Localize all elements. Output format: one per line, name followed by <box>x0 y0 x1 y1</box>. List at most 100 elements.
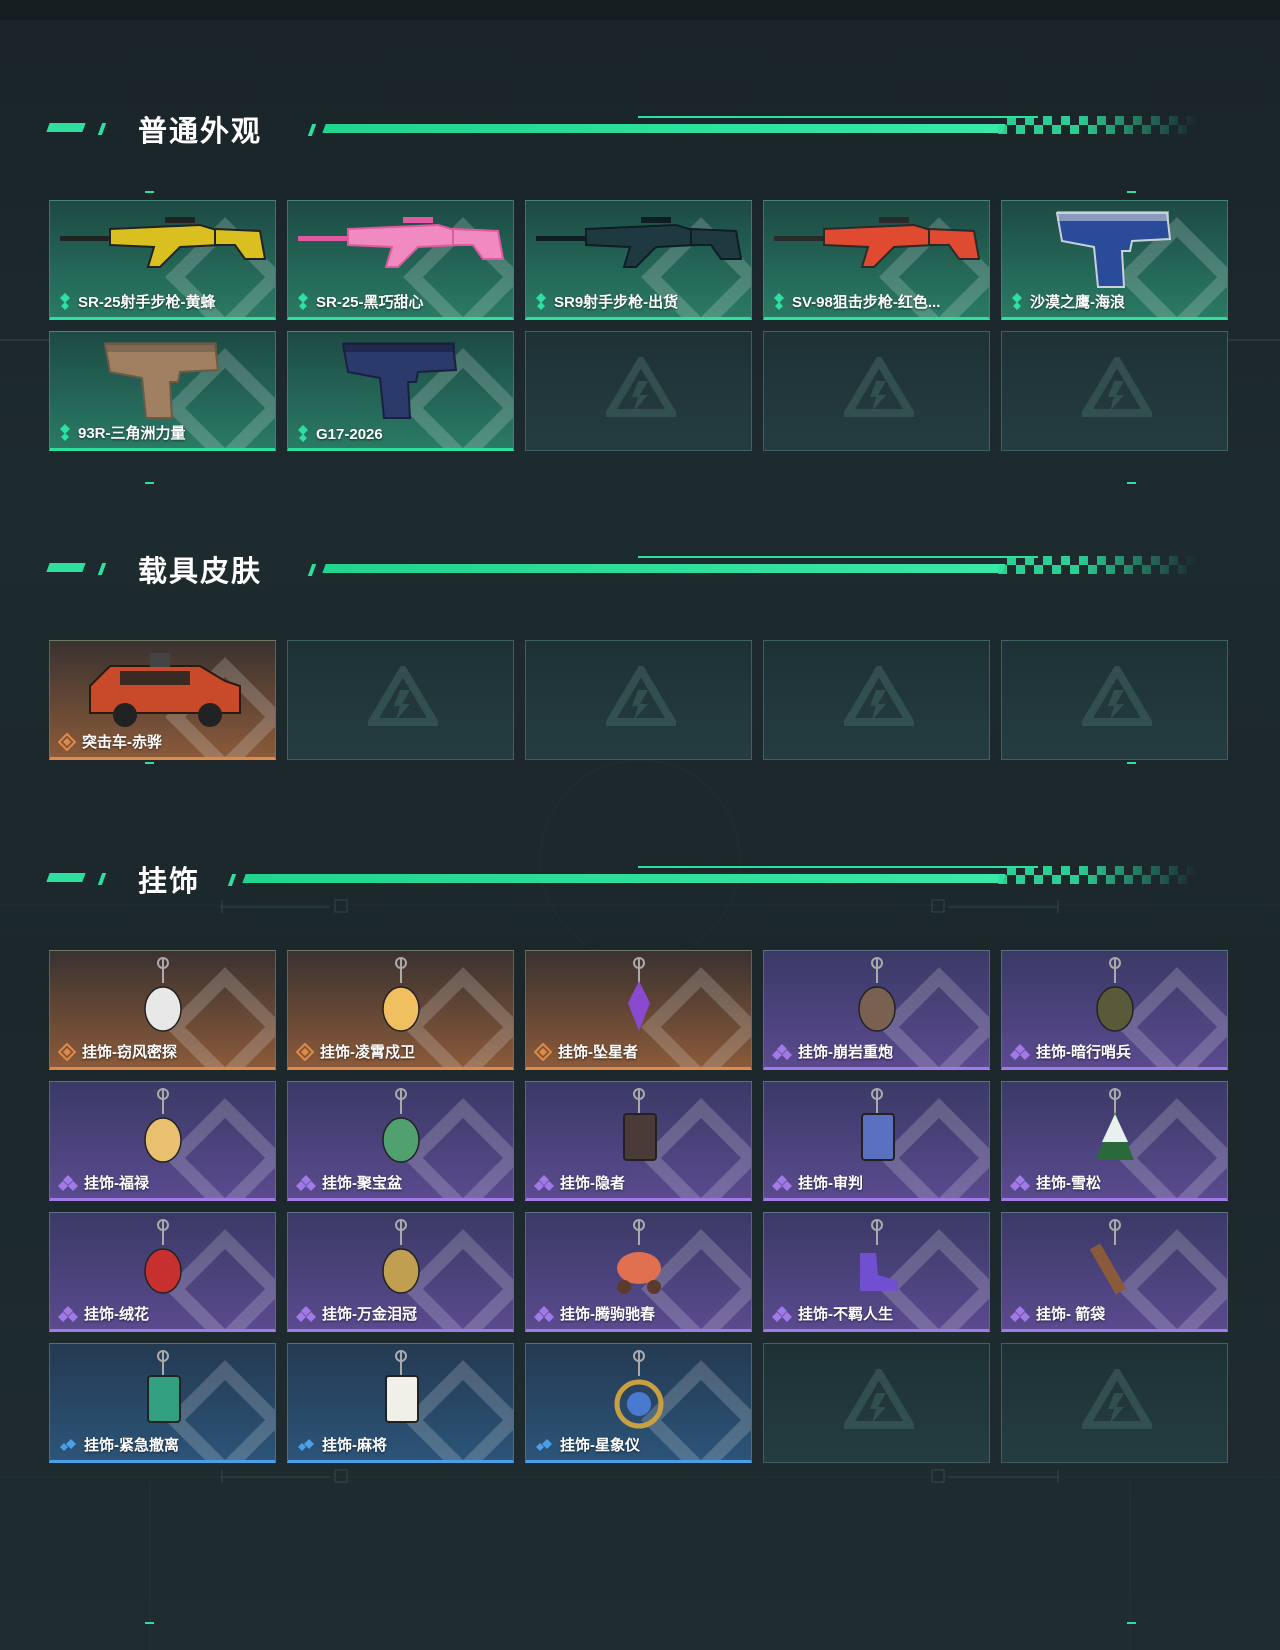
section-header-skins: 普通外观 <box>46 112 1198 148</box>
charms-item-card[interactable]: 挂饰-隐者 <box>525 1081 752 1201</box>
charms-item-card[interactable]: 挂饰-腾驹驰春 <box>525 1212 752 1332</box>
skins-item-card[interactable]: SR9射手步枪-出货 <box>525 200 752 320</box>
header-accent <box>97 563 107 575</box>
sniper-red-icon <box>774 217 981 268</box>
item-label: SV-98狙击步枪-红色... <box>772 291 940 312</box>
item-label: SR-25-黑巧甜心 <box>296 291 424 312</box>
charms-item-card[interactable]: 挂饰-聚宝盆 <box>287 1081 514 1201</box>
header-accent <box>97 123 107 135</box>
item-label: 沙漠之鹰-海浪 <box>1010 291 1125 312</box>
header-checker-pattern <box>998 116 1198 134</box>
header-accent <box>46 873 86 882</box>
item-label: SR9射手步枪-出货 <box>534 291 678 312</box>
pistol-blue-icon <box>1055 211 1172 288</box>
charms-item-card[interactable]: 挂饰- 箭袋 <box>1001 1212 1228 1332</box>
section-title-vehicles: 载具皮肤 <box>138 556 263 588</box>
empty-slot <box>763 640 990 760</box>
rarity-icon <box>298 1438 314 1451</box>
rifle-yellow-icon <box>60 217 267 268</box>
charms-item-card[interactable]: 挂饰-绒花 <box>49 1212 276 1332</box>
item-name: 挂饰-隐者 <box>560 1175 625 1192</box>
charms-item-card[interactable]: 挂饰-麻将 <box>287 1343 514 1463</box>
charms-item-card[interactable]: 挂饰-星象仪 <box>525 1343 752 1463</box>
item-label: 挂饰-凌霄戍卫 <box>296 1041 415 1062</box>
item-name: 挂饰-暗行哨兵 <box>1036 1044 1131 1061</box>
rarity-icon <box>772 1174 792 1191</box>
charms-item-card[interactable]: 挂饰-崩岩重炮 <box>763 950 990 1070</box>
empty-slot <box>1001 1343 1228 1463</box>
item-label: 挂饰-暗行哨兵 <box>1010 1041 1131 1062</box>
item-label: 挂饰-崩岩重炮 <box>772 1041 893 1062</box>
section-title-skins: 普通外观 <box>138 116 263 148</box>
item-label: 突击车-赤骅 <box>58 731 162 752</box>
delta-logo-watermark-icon <box>844 666 914 726</box>
skins-item-card[interactable]: 沙漠之鹰-海浪 <box>1001 200 1228 320</box>
item-name: 挂饰-腾驹驰春 <box>560 1306 655 1323</box>
charms-item-card[interactable]: 挂饰-不羁人生 <box>763 1212 990 1332</box>
header-bar <box>242 874 1006 883</box>
charm-card-blue-icon <box>861 1088 895 1161</box>
item-label: 挂饰-窃风密探 <box>58 1041 177 1062</box>
charms-item-card[interactable]: 挂饰-凌霄戍卫 <box>287 950 514 1070</box>
item-name: 挂饰-凌霄戍卫 <box>320 1044 415 1061</box>
item-name: 沙漠之鹰-海浪 <box>1030 294 1125 311</box>
item-label: 挂饰-坠星者 <box>534 1041 638 1062</box>
skins-item-card[interactable]: 93R-三角洲力量 <box>49 331 276 451</box>
header-accent <box>227 874 237 886</box>
charm-sign-icon <box>147 1350 181 1423</box>
section-title-charms: 挂饰 <box>138 866 201 898</box>
charms-item-card[interactable]: 挂饰-坠星者 <box>525 950 752 1070</box>
charms-grid: 挂饰-窃风密探 挂饰-凌霄戍卫 挂饰-坠星者 挂饰-崩岩重炮 挂饰-暗行哨兵 挂饰-福禄挂… <box>49 950 1228 1463</box>
item-label: 挂饰-万金泪冠 <box>296 1303 417 1324</box>
delta-logo-watermark-icon <box>1082 357 1152 417</box>
item-label: 挂饰-审判 <box>772 1172 863 1193</box>
empty-slot <box>763 1343 990 1463</box>
item-name: 挂饰-坠星者 <box>558 1044 638 1061</box>
charm-gourd-icon <box>144 1088 182 1163</box>
charms-item-card[interactable]: 挂饰-紧急撤离 <box>49 1343 276 1463</box>
skins-item-card[interactable]: SV-98狙击步枪-红色... <box>763 200 990 320</box>
charm-tree-icon <box>1096 1088 1134 1160</box>
rarity-icon <box>1010 1305 1030 1322</box>
item-name: 挂饰-星象仪 <box>560 1437 640 1454</box>
item-label: 挂饰-绒花 <box>58 1303 149 1324</box>
vehicles-item-card[interactable]: 突击车-赤骅 <box>49 640 276 760</box>
header-line <box>638 556 1038 558</box>
header-line <box>638 116 1038 118</box>
pistol-navy-icon <box>341 342 458 419</box>
charm-orb-icon <box>614 1350 664 1429</box>
rarity-icon <box>534 1174 554 1191</box>
charms-item-card[interactable]: 挂饰-审判 <box>763 1081 990 1201</box>
item-label: 挂饰-紧急撤离 <box>58 1434 179 1455</box>
item-name: SR-25射手步枪-黄蜂 <box>78 294 216 311</box>
item-label: G17-2026 <box>296 425 383 443</box>
rarity-icon <box>296 1305 316 1322</box>
charm-soldier-icon <box>1096 957 1134 1032</box>
item-name: 挂饰-麻将 <box>322 1437 387 1454</box>
charms-item-card[interactable]: 挂饰-暗行哨兵 <box>1001 950 1228 1070</box>
rarity-icon <box>296 1174 316 1191</box>
item-name: SR9射手步枪-出货 <box>554 294 679 311</box>
charms-item-card[interactable]: 挂饰-福禄 <box>49 1081 276 1201</box>
charm-carriage-icon <box>617 1219 661 1294</box>
item-name: 挂饰-聚宝盆 <box>322 1175 402 1192</box>
item-name: 挂饰- 箭袋 <box>1036 1306 1106 1323</box>
vehicle-red-icon <box>89 653 241 727</box>
charms-item-card[interactable]: 挂饰-窃风密探 <box>49 950 276 1070</box>
skins-item-card[interactable]: SR-25-黑巧甜心 <box>287 200 514 320</box>
charm-mahjong-icon <box>385 1350 419 1423</box>
rifle-teal-icon <box>536 217 743 268</box>
rarity-icon <box>534 1042 552 1061</box>
item-name: 挂饰-福禄 <box>84 1175 149 1192</box>
empty-slot <box>1001 640 1228 760</box>
charm-bowl-icon <box>382 1088 420 1163</box>
rifle-pink-icon <box>298 217 505 268</box>
skins-item-card[interactable]: G17-2026 <box>287 331 514 451</box>
item-name: 挂饰-窃风密探 <box>82 1044 177 1061</box>
rarity-icon <box>536 292 546 310</box>
charms-item-card[interactable]: 挂饰-雪松 <box>1001 1081 1228 1201</box>
header-checker-pattern <box>998 866 1198 884</box>
section-header-vehicles: 载具皮肤 <box>46 552 1198 588</box>
charms-item-card[interactable]: 挂饰-万金泪冠 <box>287 1212 514 1332</box>
skins-item-card[interactable]: SR-25射手步枪-黄蜂 <box>49 200 276 320</box>
